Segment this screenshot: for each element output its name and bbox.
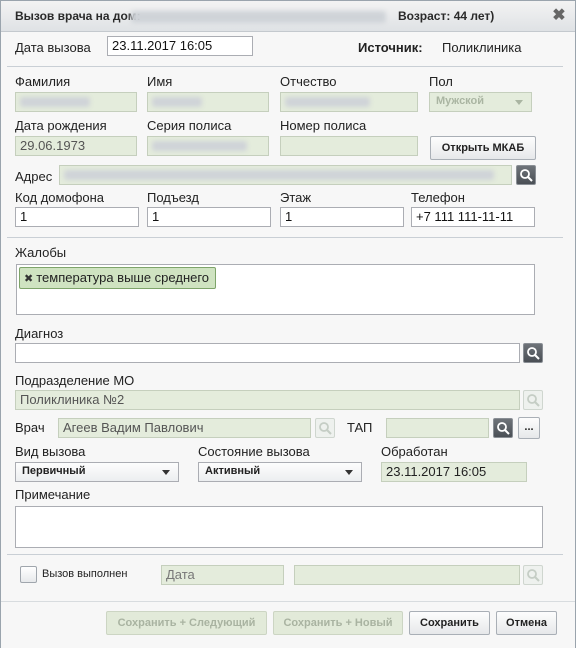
save-next-button[interactable]: Сохранить + Следующий (106, 611, 267, 635)
dialog-titlebar: Вызов врача на дом: Возраст: 44 лет) ✖ (1, 1, 575, 32)
birth-date-label: Дата рождения (15, 118, 107, 133)
save-button[interactable]: Сохранить (409, 611, 490, 635)
phone-input[interactable]: +7 111 111-11-11 (411, 207, 535, 227)
policy-number-label: Номер полиса (280, 118, 367, 133)
search-icon (527, 394, 540, 407)
department-label: Подразделение МО (15, 373, 135, 388)
cancel-button[interactable]: Отмена (496, 611, 557, 635)
source-label: Источник: (358, 40, 423, 55)
patient-name-redacted (131, 11, 386, 23)
intercom-input[interactable]: 1 (15, 207, 139, 227)
save-new-button[interactable]: Сохранить + Новый (273, 611, 403, 635)
intercom-label: Код домофона (15, 190, 105, 205)
call-type-label: Вид вызова (15, 444, 86, 459)
doctor-search-button (315, 418, 335, 438)
search-icon (520, 169, 533, 182)
first-name-label: Имя (147, 74, 173, 89)
separator (7, 554, 563, 555)
last-name-redacted (20, 97, 90, 107)
call-state-select[interactable]: Активный (198, 462, 362, 482)
policy-number-field (280, 136, 418, 156)
call-date-label: Дата вызова (15, 40, 91, 55)
note-label: Примечание (15, 487, 91, 502)
note-textarea[interactable] (15, 506, 543, 548)
separator (7, 237, 563, 238)
tap-label: ТАП (347, 420, 373, 435)
source-value: Поликлиника (442, 40, 522, 55)
call-completed-label: Вызов выполнен (42, 568, 128, 580)
separator (7, 66, 563, 67)
gender-value: Мужской (436, 95, 485, 107)
address-redacted (64, 170, 494, 180)
birth-date-field: 29.06.1973 (15, 136, 137, 156)
dialog-title: Вызов врача на дом: (15, 9, 141, 23)
complaints-label: Жалобы (15, 245, 67, 260)
processed-field: 23.11.2017 16:05 (381, 462, 527, 482)
last-name-field (15, 92, 137, 112)
complaint-tag[interactable]: ✖ температура выше среднего (19, 267, 217, 289)
entrance-label: Подъезд (147, 190, 199, 205)
chevron-down-icon (515, 100, 523, 105)
patronymic-redacted (285, 97, 370, 107)
diagnosis-input[interactable] (15, 343, 520, 363)
search-icon (497, 422, 510, 435)
floor-input[interactable]: 1 (280, 207, 404, 227)
dialog-title-age: Возраст: 44 лет) (398, 9, 495, 23)
completion-date-field: Дата (161, 565, 284, 585)
gender-label: Пол (429, 74, 453, 89)
department-field: Поликлиника №2 (15, 390, 520, 410)
chevron-down-icon (162, 470, 170, 475)
call-type-select[interactable]: Первичный (15, 462, 179, 482)
last-name-label: Фамилия (15, 74, 71, 89)
department-search-button (523, 390, 543, 410)
phone-label: Телефон (411, 190, 465, 205)
remove-tag-icon[interactable]: ✖ (24, 273, 33, 285)
first-name-redacted (152, 97, 202, 107)
call-state-value: Активный (205, 465, 261, 477)
diagnosis-label: Диагноз (15, 326, 64, 341)
chevron-down-icon (345, 470, 353, 475)
first-name-field (147, 92, 269, 112)
complaints-field[interactable]: ✖ температура выше среднего (16, 264, 535, 315)
call-date-input[interactable]: 23.11.2017 16:05 (107, 36, 253, 56)
call-state-label: Состояние вызова (198, 444, 310, 459)
patronymic-field (280, 92, 418, 112)
address-label: Адрес (15, 169, 53, 184)
completion-search-button (523, 565, 543, 585)
search-icon (319, 422, 332, 435)
complaint-tag-label: температура выше среднего (36, 270, 210, 285)
entrance-input[interactable]: 1 (147, 207, 271, 227)
policy-series-label: Серия полиса (147, 118, 232, 133)
tap-search-button[interactable] (493, 418, 513, 438)
floor-label: Этаж (280, 190, 312, 205)
policy-series-redacted (152, 141, 247, 151)
call-doctor-dialog: Вызов врача на дом: Возраст: 44 лет) ✖ Д… (0, 0, 576, 648)
tap-more-button[interactable]: ... (518, 417, 540, 439)
open-mkab-button[interactable]: Открыть МКАБ (430, 136, 536, 160)
search-icon (527, 569, 540, 582)
patronymic-label: Отчество (280, 74, 337, 89)
address-search-button[interactable] (516, 165, 536, 185)
policy-series-field (147, 136, 269, 156)
address-field (59, 165, 512, 185)
gender-select: Мужской (429, 92, 532, 112)
call-completed-checkbox[interactable] (20, 566, 37, 583)
call-type-value: Первичный (22, 465, 86, 477)
doctor-label: Врач (15, 420, 45, 435)
processed-label: Обработан (381, 444, 448, 459)
diagnosis-search-button[interactable] (523, 343, 543, 363)
tap-field (386, 418, 489, 438)
search-icon (527, 347, 540, 360)
doctor-field: Агеев Вадим Павлович (58, 418, 311, 438)
completion-result-field (294, 565, 520, 585)
close-icon[interactable]: ✖ (551, 5, 567, 25)
